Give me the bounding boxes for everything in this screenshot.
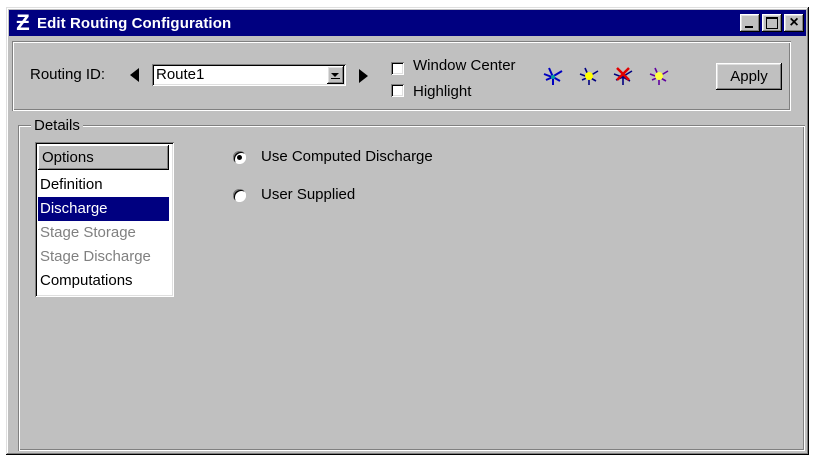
window-title: Edit Routing Configuration xyxy=(37,14,232,32)
highlight-label: Highlight xyxy=(413,83,472,100)
routing-toolbar: Routing ID: Route1 Window Center Highlig… xyxy=(12,41,791,111)
details-legend: Details xyxy=(31,117,83,134)
routing-id-label: Routing ID: xyxy=(30,66,106,83)
options-header: Options xyxy=(38,145,169,170)
window-center-label: Window Center xyxy=(413,57,516,74)
routing-id-value: Route1 xyxy=(156,66,205,83)
dropdown-button[interactable] xyxy=(327,66,344,84)
minimize-button[interactable] xyxy=(740,14,760,32)
option-stage-storage: Stage Storage xyxy=(40,224,136,241)
option-definition[interactable]: Definition xyxy=(38,173,169,197)
use-computed-discharge-radio[interactable] xyxy=(233,151,246,164)
use-computed-discharge-label: Use Computed Discharge xyxy=(261,148,433,165)
option-stage-discharge: Stage Discharge xyxy=(40,248,151,265)
previous-route-arrow-icon[interactable] xyxy=(130,68,139,82)
next-route-arrow-icon[interactable] xyxy=(359,69,368,83)
window-center-checkbox[interactable] xyxy=(391,62,404,75)
route-tool-purple-icon[interactable] xyxy=(648,66,670,86)
route-tool-blue-icon[interactable] xyxy=(542,66,564,86)
option-discharge[interactable]: Discharge xyxy=(38,197,169,221)
z-logo-icon: Ƶ xyxy=(16,10,30,35)
title-bar[interactable]: Ƶ Edit Routing Configuration × xyxy=(9,10,806,36)
option-computations[interactable]: Computations xyxy=(38,269,169,293)
close-button[interactable]: × xyxy=(784,14,804,32)
highlight-checkbox[interactable] xyxy=(391,84,404,97)
routing-id-select[interactable]: Route1 xyxy=(152,64,346,86)
user-supplied-label: User Supplied xyxy=(261,186,356,203)
route-tool-red-icon[interactable] xyxy=(612,66,634,86)
maximize-button[interactable] xyxy=(762,14,782,32)
apply-button[interactable]: Apply xyxy=(716,63,782,90)
user-supplied-radio[interactable] xyxy=(233,189,246,202)
options-list: Options Definition Discharge Stage Stora… xyxy=(35,142,174,297)
route-tool-yellow-icon[interactable] xyxy=(578,66,600,86)
